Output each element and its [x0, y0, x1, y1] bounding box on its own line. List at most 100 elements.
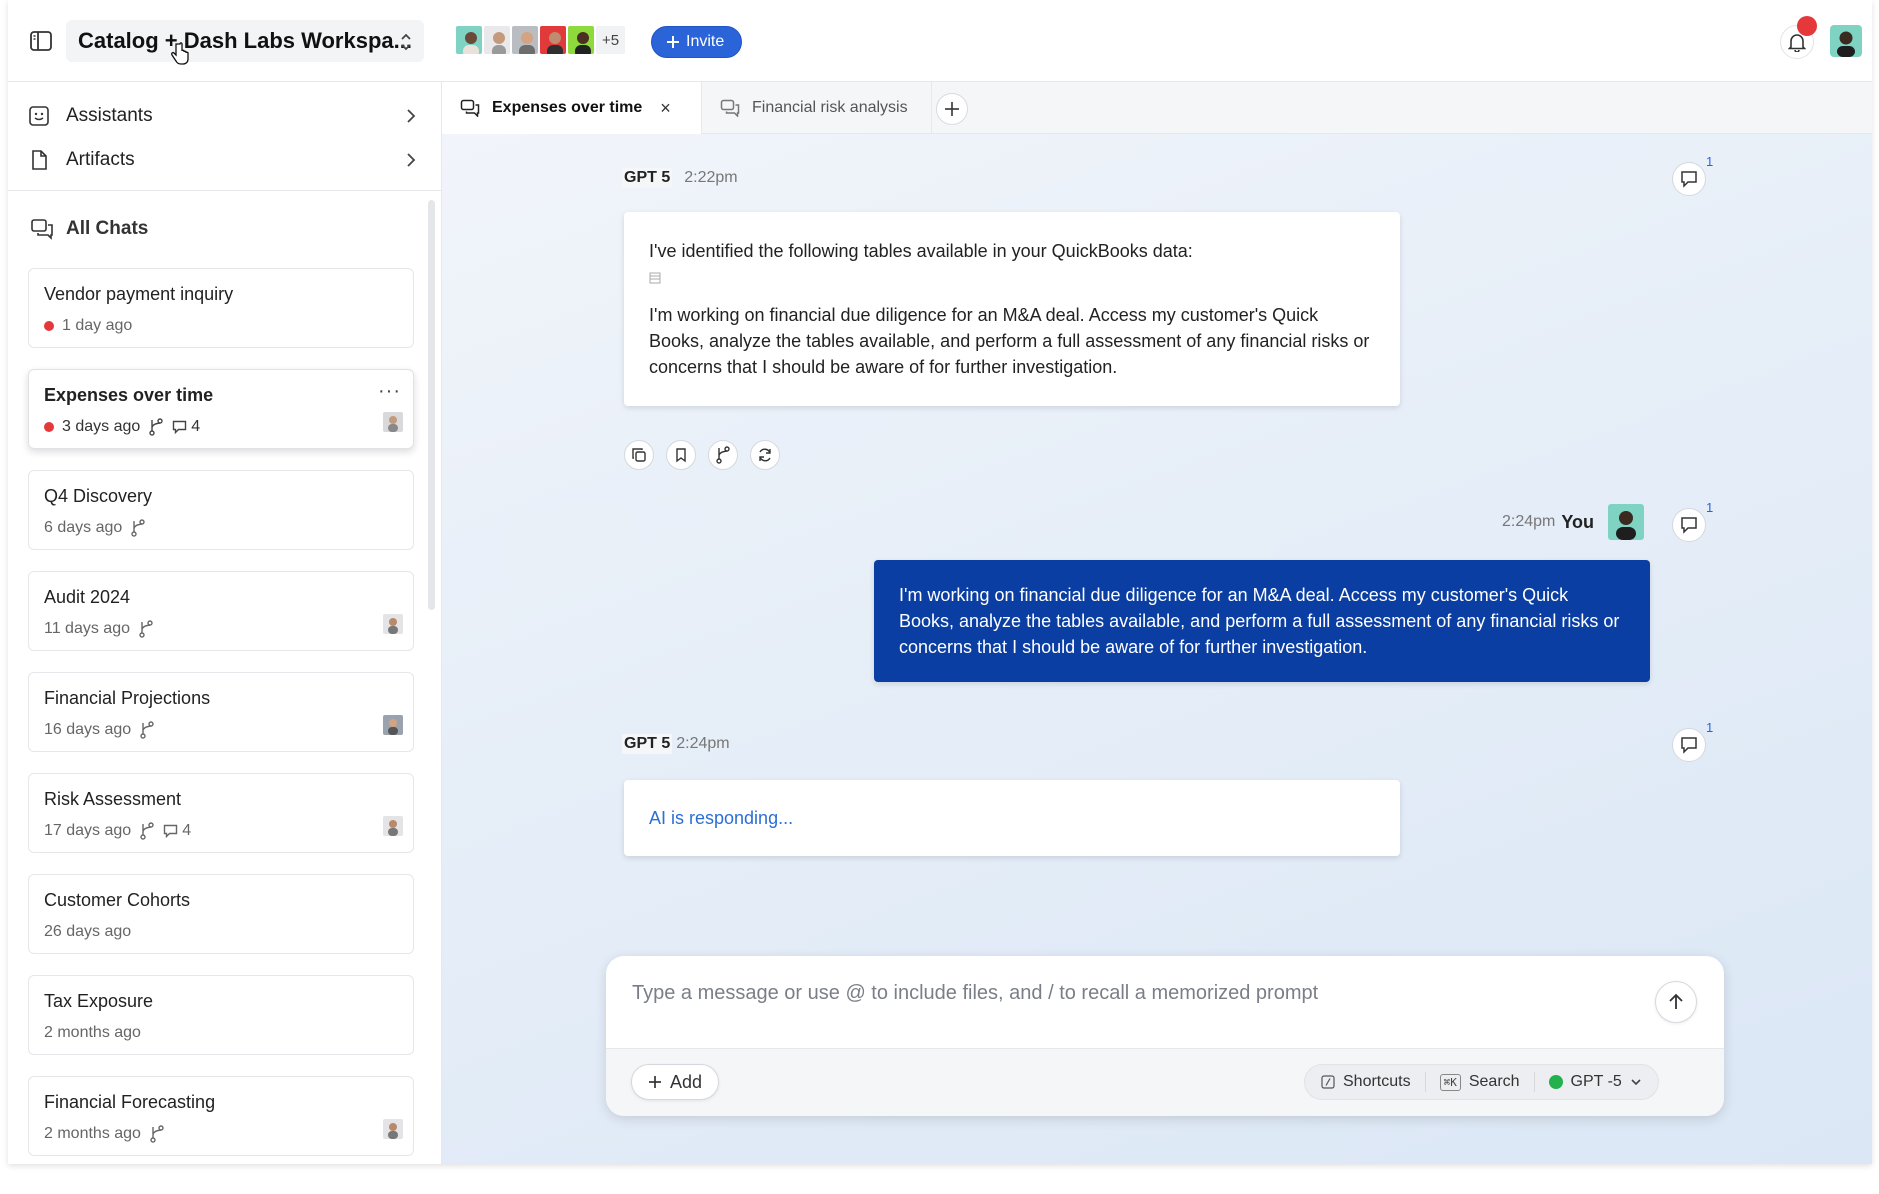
branch-icon: [150, 1125, 164, 1143]
message-input[interactable]: [632, 982, 1632, 1005]
branch-icon: [149, 418, 163, 436]
invite-label: Invite: [686, 33, 725, 50]
member-avatars[interactable]: +5: [454, 24, 628, 56]
comment-count-value: 4: [191, 418, 201, 435]
unread-dot: [44, 422, 54, 432]
comment-count: 4: [163, 822, 191, 840]
chat-item[interactable]: Customer Cohorts 26 days ago: [28, 874, 414, 954]
comment-button[interactable]: [1672, 728, 1706, 762]
sidebar-toggle-icon[interactable]: [28, 28, 54, 54]
message-intro: I've identified the following tables ava…: [649, 241, 1193, 261]
all-chats-label: All Chats: [66, 218, 149, 239]
chat-time: 17 days ago: [44, 822, 132, 839]
chat-time: 2 months ago: [44, 1024, 141, 1041]
document-icon: [32, 150, 47, 170]
avatar: [566, 24, 596, 56]
chat-title: Customer Cohorts: [44, 890, 191, 910]
chat-title: Tax Exposure: [44, 991, 154, 1011]
workspace-switcher[interactable]: Catalog + Dash Labs Workspa...: [66, 20, 424, 62]
all-chats-header[interactable]: All Chats: [30, 218, 148, 240]
chat-item[interactable]: Financial Projections 16 days ago: [28, 672, 414, 752]
message-time: 2:24pm: [676, 735, 730, 752]
comment-icon: [173, 420, 187, 434]
add-attachment-button[interactable]: Add: [631, 1064, 720, 1100]
bookmark-icon: [676, 448, 686, 463]
tab-expenses-over-time[interactable]: Expenses over time ×: [442, 82, 702, 134]
regenerate-button[interactable]: [750, 440, 780, 470]
chat-time: 2 months ago: [44, 1125, 141, 1142]
more-options-icon[interactable]: ···: [378, 380, 401, 403]
comment-badge: 1: [1706, 720, 1714, 735]
chat-item[interactable]: Tax Exposure 2 months ago: [28, 975, 414, 1055]
invite-button[interactable]: Invite: [651, 26, 743, 58]
tab-bar: Expenses over time × Financial risk anal…: [442, 82, 1872, 134]
author-name: You: [1561, 511, 1595, 532]
sidebar-item-artifacts[interactable]: Artifacts: [28, 140, 424, 180]
search-button[interactable]: ⌘K Search: [1439, 1073, 1520, 1091]
tab-label: Expenses over time: [492, 99, 643, 116]
copy-icon: [632, 448, 646, 462]
divider: [1533, 1072, 1535, 1092]
chat-item[interactable]: Vendor payment inquiry 1 day ago: [28, 268, 414, 348]
shortcuts-label: Shortcuts: [1343, 1073, 1411, 1090]
composer-footer: Add Shortcuts ⌘K Search GPT -5: [606, 1048, 1724, 1116]
keyboard-shortcut: ⌘K: [1439, 1073, 1461, 1091]
copy-button[interactable]: [624, 440, 654, 470]
sidebar-item-assistants[interactable]: Assistants: [28, 96, 424, 136]
sidebar-item-label: Artifacts: [66, 149, 135, 170]
chevron-up-down-icon: [398, 31, 414, 53]
branch-button[interactable]: [708, 440, 738, 470]
avatar: [383, 412, 403, 432]
chat-meta: 16 days ago: [44, 721, 155, 739]
message-composer: Add Shortcuts ⌘K Search GPT -5: [606, 956, 1724, 1116]
model-name: GPT 5: [622, 734, 673, 754]
chat-item[interactable]: Q4 Discovery 6 days ago: [28, 470, 414, 550]
model-status-dot: [1548, 1075, 1563, 1089]
divider: [1424, 1072, 1426, 1092]
send-button[interactable]: [1655, 981, 1697, 1023]
avatar: [383, 614, 403, 634]
sidebar-scrollbar[interactable]: [428, 200, 435, 610]
comment-icon: [1681, 517, 1697, 534]
message-header: 2:24pm You: [1502, 504, 1645, 540]
comment-count-value: 4: [182, 822, 192, 839]
user-avatar[interactable]: [1830, 25, 1862, 57]
comment-badge: 1: [1706, 154, 1714, 169]
responding-status: AI is responding...: [649, 807, 794, 828]
search-label: Search: [1468, 1073, 1520, 1090]
hand-cursor-icon: [170, 42, 190, 66]
chat-time: 26 days ago: [44, 923, 132, 940]
comment-button[interactable]: [1672, 508, 1706, 542]
plus-icon: [667, 36, 679, 48]
add-tab-button[interactable]: [936, 93, 968, 125]
comment-count: 4: [172, 418, 200, 436]
model-label: GPT -5: [1570, 1073, 1622, 1090]
close-icon[interactable]: ×: [660, 98, 671, 119]
comment-button[interactable]: [1672, 162, 1706, 196]
chat-item[interactable]: Risk Assessment 17 days ago 4: [28, 773, 414, 853]
add-label: Add: [670, 1071, 703, 1092]
chat-meta: 17 days ago 4: [44, 822, 191, 840]
shortcuts-button[interactable]: Shortcuts: [1321, 1073, 1411, 1091]
plus-icon: [945, 102, 959, 116]
tab-financial-risk-analysis[interactable]: Financial risk analysis: [702, 82, 932, 134]
bookmark-button[interactable]: [666, 440, 696, 470]
chat-time: 6 days ago: [44, 519, 123, 536]
composer-tools: Shortcuts ⌘K Search GPT -5: [1304, 1064, 1659, 1100]
chat-item[interactable]: Financial Forecasting 2 months ago: [28, 1076, 414, 1156]
model-name: GPT 5: [622, 168, 673, 188]
message-actions: [624, 440, 780, 470]
chat-item-active[interactable]: Expenses over time ··· 3 days ago 4: [28, 369, 414, 449]
assistant-responding: AI is responding...: [624, 780, 1400, 856]
chat-tab-icon: [720, 99, 740, 117]
chat-meta: 1 day ago: [44, 317, 132, 335]
chat-title: Q4 Discovery: [44, 486, 153, 506]
more-members-count[interactable]: +5: [594, 24, 628, 56]
plus-icon: [649, 1076, 661, 1088]
model-selector[interactable]: GPT -5: [1548, 1073, 1642, 1091]
chat-item[interactable]: Audit 2024 11 days ago: [28, 571, 414, 651]
chat-title: Financial Projections: [44, 688, 211, 708]
chat-main-area: Expenses over time × Financial risk anal…: [442, 82, 1872, 1164]
unread-dot: [44, 321, 54, 331]
avatar: [482, 24, 512, 56]
